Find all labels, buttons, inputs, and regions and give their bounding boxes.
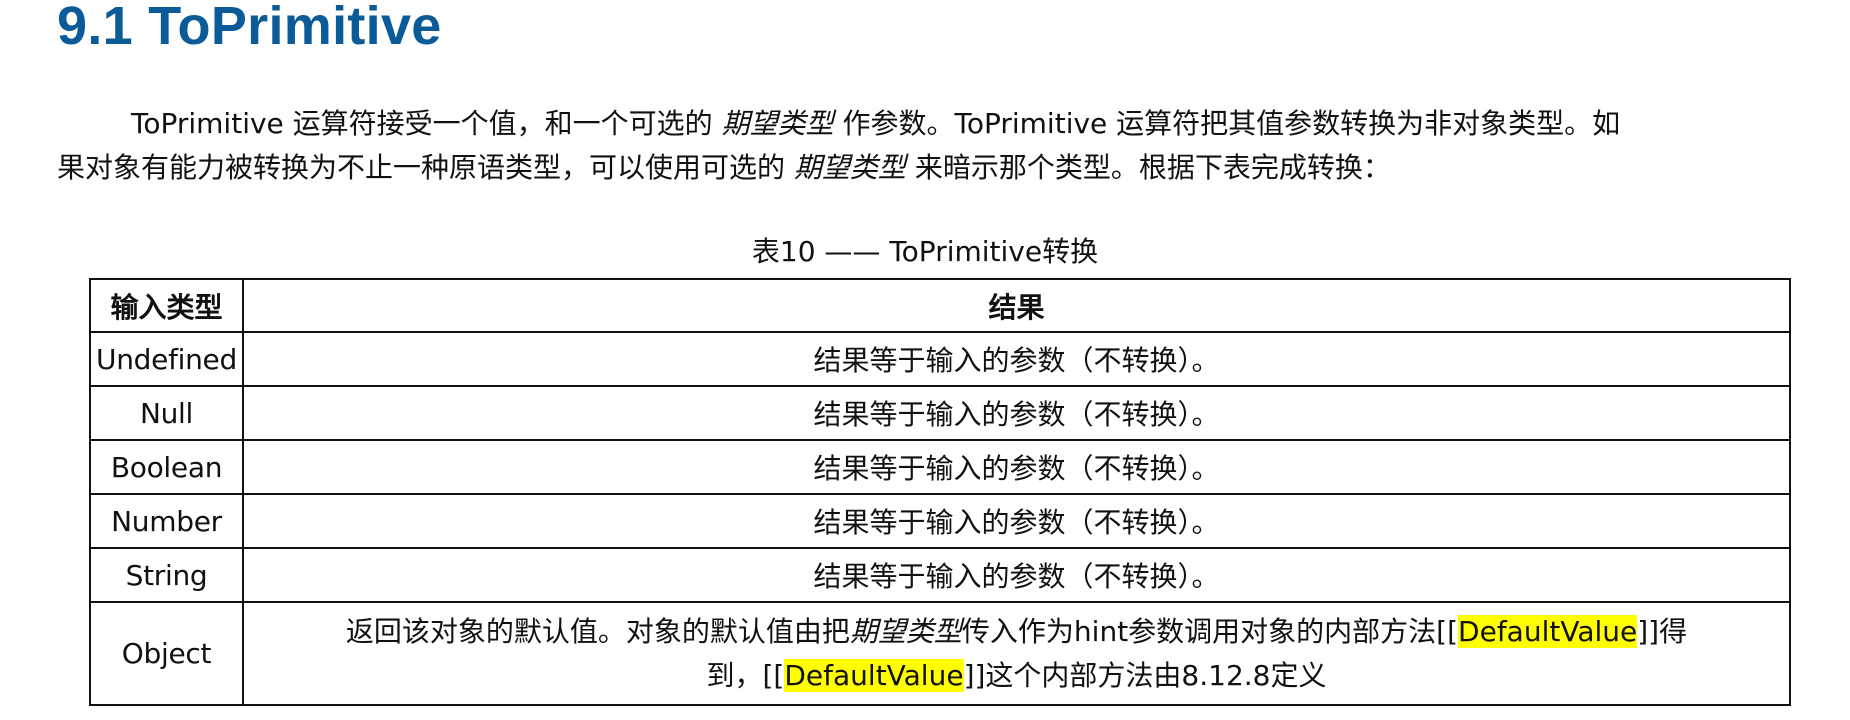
table-row: Boolean 结果等于输入的参数（不转换）。: [89, 439, 1791, 495]
result-text: ]]得: [1637, 614, 1688, 648]
object-result-line-1: 返回该对象的默认值。对象的默认值由把期望类型传入作为hint参数调用对象的内部方…: [264, 610, 1769, 654]
result-cell-object: 返回该对象的默认值。对象的默认值由把期望类型传入作为hint参数调用对象的内部方…: [242, 601, 1791, 706]
result-cell: 结果等于输入的参数（不转换）。: [242, 547, 1791, 603]
object-result-line-2: 到，[[DefaultValue]]这个内部方法由8.12.8定义: [264, 654, 1769, 698]
intro-text: 来暗示那个类型。根据下表完成转换：: [905, 151, 1391, 184]
intro-line-1: ToPrimitive 运算符接受一个值，和一个可选的 期望类型 作参数。ToP…: [57, 102, 1817, 146]
table-row-object: Object 返回该对象的默认值。对象的默认值由把期望类型传入作为hint参数调…: [89, 601, 1791, 706]
result-text: 到，[[: [706, 658, 785, 692]
type-cell: Boolean: [89, 439, 244, 495]
table-row: String 结果等于输入的参数（不转换）。: [89, 547, 1791, 603]
type-cell: Undefined: [89, 331, 244, 387]
type-cell: String: [89, 547, 244, 603]
table-caption: 表10 —— ToPrimitive转换: [751, 235, 1099, 268]
result-cell: 结果等于输入的参数（不转换）。: [242, 331, 1791, 387]
result-cell: 结果等于输入的参数（不转换）。: [242, 385, 1791, 441]
type-cell: Null: [89, 385, 244, 441]
type-cell: Number: [89, 493, 244, 549]
result-text: ]]这个内部方法由8.12.8定义: [963, 658, 1327, 692]
result-cell: 结果等于输入的参数（不转换）。: [242, 493, 1791, 549]
highlighted-term: DefaultValue: [784, 658, 964, 692]
header-input-type: 输入类型: [89, 278, 244, 333]
result-emphasis: 期望类型: [849, 614, 962, 648]
conversion-table: 输入类型 结果 Undefined 结果等于输入的参数（不转换）。 Null 结…: [89, 278, 1791, 706]
highlighted-term: DefaultValue: [1458, 614, 1638, 648]
object-result-text: 返回该对象的默认值。对象的默认值由把期望类型传入作为hint参数调用对象的内部方…: [245, 610, 1788, 698]
intro-emphasis: 期望类型: [721, 107, 834, 140]
table-row: Number 结果等于输入的参数（不转换）。: [89, 493, 1791, 549]
result-cell: 结果等于输入的参数（不转换）。: [242, 439, 1791, 495]
document-page: 9.1 ToPrimitive ToPrimitive 运算符接受一个值，和一个…: [0, 0, 1850, 720]
intro-text: 果对象有能力被转换为不止一种原语类型，可以使用可选的: [57, 151, 794, 184]
intro-line-2: 果对象有能力被转换为不止一种原语类型，可以使用可选的 期望类型 来暗示那个类型。…: [57, 146, 1817, 190]
intro-text: 作参数。ToPrimitive 运算符把其值参数转换为非对象类型。如: [833, 107, 1621, 140]
table-row: Null 结果等于输入的参数（不转换）。: [89, 385, 1791, 441]
result-text: 返回该对象的默认值。对象的默认值由把: [345, 614, 850, 648]
intro-emphasis: 期望类型: [793, 151, 906, 184]
type-cell: Object: [89, 601, 244, 706]
header-result: 结果: [242, 278, 1791, 333]
intro-paragraph: ToPrimitive 运算符接受一个值，和一个可选的 期望类型 作参数。ToP…: [57, 102, 1817, 190]
result-text: 传入作为hint参数调用对象的内部方法[[: [961, 614, 1459, 648]
table-row: Undefined 结果等于输入的参数（不转换）。: [89, 331, 1791, 387]
section-heading: 9.1 ToPrimitive: [57, 0, 442, 56]
intro-text: ToPrimitive 运算符接受一个值，和一个可选的: [131, 107, 722, 140]
table-header-row: 输入类型 结果: [89, 278, 1791, 333]
